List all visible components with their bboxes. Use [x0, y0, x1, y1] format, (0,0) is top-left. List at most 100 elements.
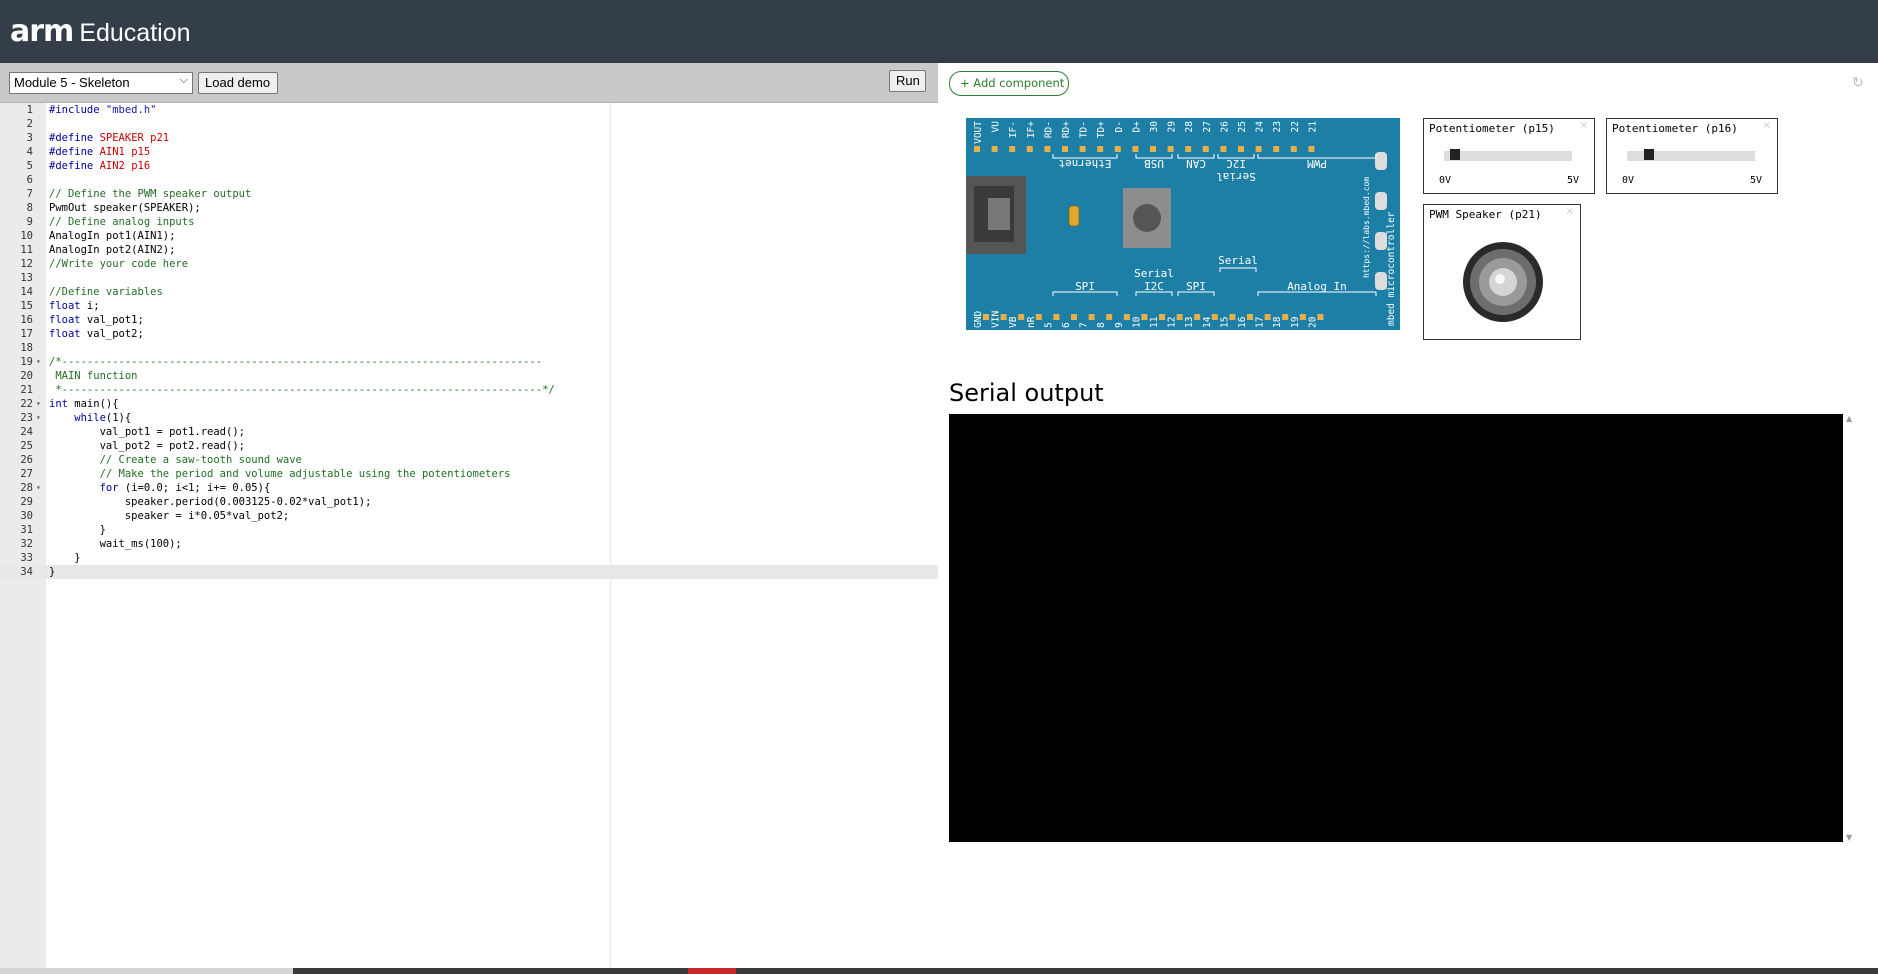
potentiometer-p15-card[interactable]: Potentiometer (p15) × 0V 5V	[1423, 118, 1595, 194]
code-line[interactable]: 4 #define AIN1 p15	[0, 145, 938, 159]
slider-thumb[interactable]	[1643, 149, 1654, 160]
line-text: val_pot1 = pot1.read();	[49, 426, 245, 438]
pin-label-bottom: 12	[1167, 317, 1178, 328]
slider-thumb[interactable]	[1449, 149, 1460, 160]
fold-toggle-icon[interactable]: ▾	[36, 355, 41, 369]
code-line[interactable]: 5 #define AIN2 p16	[0, 159, 938, 173]
status-led	[1068, 205, 1080, 227]
run-button[interactable]: Run	[889, 70, 926, 92]
pin-label-top: VU	[991, 121, 1002, 133]
line-text: // Make the period and volume adjustable…	[49, 468, 511, 480]
code-lines[interactable]: 1 #include "mbed.h" 2 3 #define SPEAKER p2…	[0, 103, 938, 579]
code-line[interactable]: 17 float val_pot2;	[0, 327, 938, 341]
close-icon[interactable]: ×	[1580, 120, 1588, 131]
code-token: AIN1 p15	[93, 146, 151, 158]
pin-label-bottom: 9	[1114, 322, 1125, 328]
logo-arm-text: arm	[10, 14, 74, 49]
line-number: 28	[20, 482, 33, 494]
line-number: 31	[20, 524, 33, 536]
code-line[interactable]: 32 wait_ms(100);	[0, 537, 938, 551]
close-icon[interactable]: ×	[1763, 120, 1771, 131]
pin-label-bottom: 19	[1290, 316, 1301, 328]
code-line[interactable]: 23 ▾ while(1){	[0, 411, 938, 425]
pin-label-bottom: VB	[1008, 316, 1019, 328]
code-editor[interactable]: 1 #include "mbed.h" 2 3 #define SPEAKER p2…	[0, 103, 938, 968]
pin-label-top: 29	[1167, 121, 1178, 133]
add-component-button[interactable]: + Add component	[949, 71, 1069, 96]
code-line[interactable]: 30 speaker = i*0.05*val_pot2;	[0, 509, 938, 523]
code-line[interactable]: 28 ▾ for (i=0.0; i<1; i+= 0.05){	[0, 481, 938, 495]
group-label-top: CAN	[1186, 157, 1206, 170]
min-voltage-label: 0V	[1622, 175, 1635, 186]
code-line[interactable]: 25 val_pot2 = pot2.read();	[0, 439, 938, 453]
fold-toggle-icon[interactable]: ▾	[36, 481, 41, 495]
code-line[interactable]: 18	[0, 341, 938, 355]
serial-scrollbar[interactable]: ▲ ▼	[1844, 414, 1856, 842]
code-line[interactable]: 33 }	[0, 551, 938, 565]
code-line[interactable]: 13	[0, 271, 938, 285]
code-line[interactable]: 15 float i;	[0, 299, 938, 313]
code-line[interactable]: 24 val_pot1 = pot1.read();	[0, 425, 938, 439]
line-text: *---------------------------------------…	[49, 384, 555, 396]
code-line[interactable]: 1 #include "mbed.h"	[0, 103, 938, 117]
reset-button	[1133, 204, 1161, 232]
pwm-speaker-card[interactable]: PWM Speaker (p21) ×	[1423, 204, 1581, 340]
code-line[interactable]: 21 *------------------------------------…	[0, 383, 938, 397]
line-number: 33	[20, 552, 33, 564]
line-text: }	[49, 524, 106, 536]
board-pin	[1071, 314, 1077, 320]
line-number: 24	[20, 426, 33, 438]
potentiometer-p16-card[interactable]: Potentiometer (p16) × 0V 5V	[1606, 118, 1778, 194]
line-number: 26	[20, 454, 33, 466]
code-line[interactable]: 3 #define SPEAKER p21	[0, 131, 938, 145]
fold-toggle-icon[interactable]: ▾	[36, 397, 41, 411]
serial-output-console[interactable]	[949, 414, 1843, 842]
refresh-icon[interactable]: ↻	[1852, 75, 1864, 91]
code-line[interactable]: 27 // Make the period and volume adjusta…	[0, 467, 938, 481]
code-line[interactable]: 22 ▾ int main(){	[0, 397, 938, 411]
mbed-board: VOUT VU IF- IF+ RD- RD+ TD- TD+ D- D+ 30 29 28 27 26 25…	[966, 118, 1400, 330]
pin-label-bottom: nR	[1026, 316, 1037, 328]
code-line-active[interactable]: 34}	[0, 565, 938, 579]
pin-label-bottom: 11	[1149, 316, 1160, 328]
board-pin	[1009, 146, 1016, 152]
pin-label-bottom: 5	[1043, 322, 1054, 328]
logo-education-text: Education	[79, 19, 191, 47]
scroll-up-icon[interactable]: ▲	[1846, 414, 1852, 423]
speaker-title: PWM Speaker (p21)	[1429, 208, 1542, 221]
code-token: (i=0.0; i<1; i+= 0.05){	[118, 482, 271, 494]
code-token: #include	[49, 104, 100, 116]
code-line[interactable]: 14 //Define variables	[0, 285, 938, 299]
code-line[interactable]: 6	[0, 173, 938, 187]
line-text: AnalogIn pot1(AIN1);	[49, 230, 176, 242]
code-line[interactable]: 11 AnalogIn pot2(AIN2);	[0, 243, 938, 257]
fold-toggle-icon[interactable]: ▾	[36, 411, 41, 425]
line-number: 23	[20, 412, 33, 424]
board-url-text: https://labs.mbed.com	[1362, 177, 1371, 278]
line-number: 2	[26, 118, 33, 130]
close-icon[interactable]: ×	[1566, 206, 1574, 217]
code-token: int	[49, 398, 68, 410]
code-line[interactable]: 12 //Write your code here	[0, 257, 938, 271]
code-line[interactable]: 31 }	[0, 523, 938, 537]
load-demo-button[interactable]: Load demo	[198, 72, 278, 94]
code-line[interactable]: 10 AnalogIn pot1(AIN1);	[0, 229, 938, 243]
code-line[interactable]: 16 float val_pot1;	[0, 313, 938, 327]
code-line[interactable]: 9 // Define analog inputs	[0, 215, 938, 229]
code-line[interactable]: 26 // Create a saw-tooth sound wave	[0, 453, 938, 467]
slider-track[interactable]	[1444, 151, 1572, 161]
code-line[interactable]: 29 speaker.period(0.003125-0.02*val_pot1…	[0, 495, 938, 509]
pin-label-top: 26	[1219, 121, 1230, 133]
code-line[interactable]: 2	[0, 117, 938, 131]
module-select[interactable]: Module 5 - Skeleton ⌵	[9, 72, 193, 94]
code-line[interactable]: 20 MAIN function	[0, 369, 938, 383]
board-pin	[1123, 314, 1130, 320]
code-line[interactable]: 7 // Define the PWM speaker output	[0, 187, 938, 201]
board-pin	[1062, 146, 1068, 152]
scroll-down-icon[interactable]: ▼	[1846, 833, 1852, 842]
code-line[interactable]: 8 PwmOut speaker(SPEAKER);	[0, 201, 938, 215]
line-number: 9	[26, 216, 33, 228]
code-line[interactable]: 19 ▾ /*-----------------------------------…	[0, 355, 938, 369]
group-label-top: PWM	[1307, 157, 1327, 170]
line-text: #include "mbed.h"	[49, 103, 156, 117]
